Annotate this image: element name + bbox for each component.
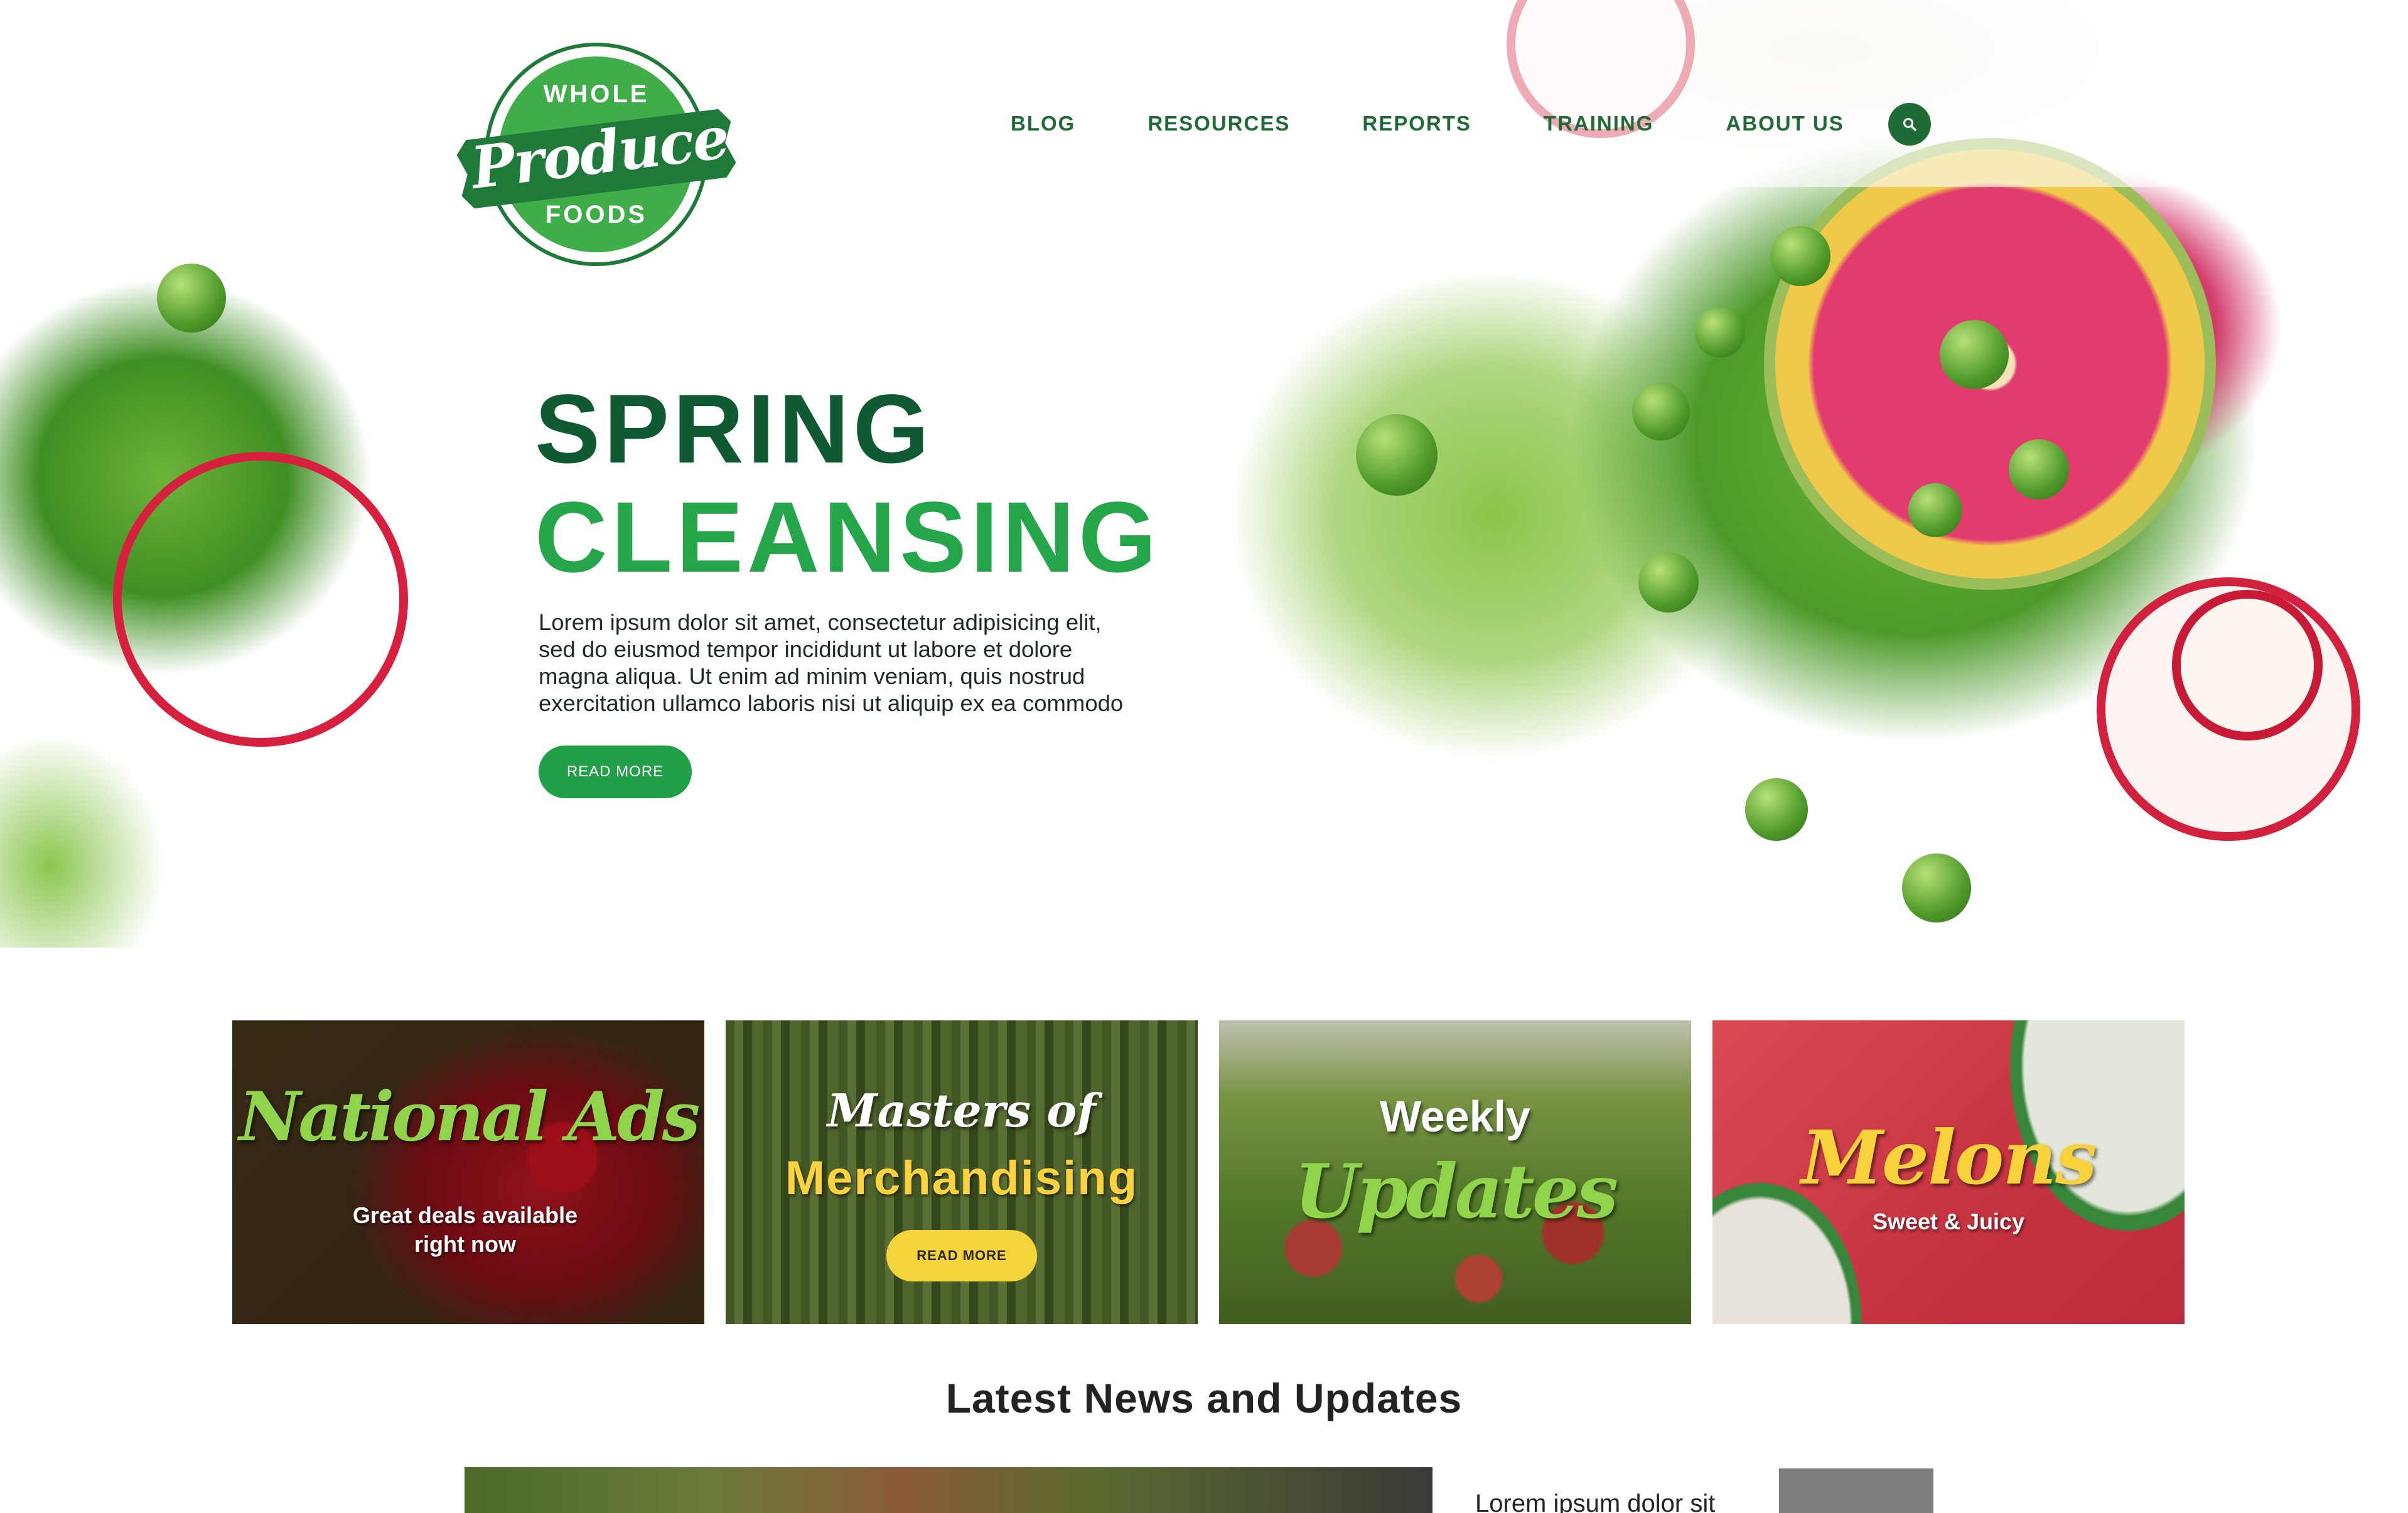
pea-image	[1695, 307, 1745, 358]
nav-link-training[interactable]: TRAINING	[1544, 112, 1654, 136]
hero-description-line: sed do eiusmod tempor incididunt ut labo…	[539, 636, 1073, 662]
card-title: Masters of	[827, 1084, 1097, 1137]
promo-card-melons[interactable]: Melons Sweet & Juicy	[1712, 1020, 2185, 1324]
pea-image	[1770, 226, 1830, 286]
radish-slice-image	[113, 452, 408, 747]
brand-logo[interactable]: WHOLE Produce FOODS	[458, 43, 734, 269]
pea-image	[1632, 383, 1690, 441]
card-subtitle-line: right now	[414, 1231, 516, 1257]
card-subtitle: Updates	[1294, 1148, 1618, 1235]
pea-image	[1638, 552, 1699, 612]
search-icon	[1903, 118, 1916, 131]
promo-card-merchandising[interactable]: Masters of Merchandising READ MORE	[726, 1020, 1198, 1324]
pea-image	[1902, 853, 1971, 922]
hero-description-line: exercitation ullamco laboris nisi ut ali…	[539, 690, 1124, 716]
hero-banner: WHOLE Produce FOODS BLOG RESOURCES REPOR…	[0, 0, 2408, 948]
nav-link-about-us[interactable]: ABOUT US	[1726, 112, 1844, 136]
pea-image	[1940, 320, 2009, 389]
hero-description-line: Lorem ipsum dolor sit amet, consectetur …	[539, 609, 1102, 635]
card-overlay	[232, 1020, 704, 1324]
hero-description-line: magna aliqua. Ut enim ad minim veniam, q…	[539, 663, 1085, 689]
pea-image	[1356, 414, 1438, 496]
logo-text-bottom: FOODS	[545, 201, 648, 228]
pea-image	[2009, 439, 2069, 500]
card-title: National Ads	[239, 1077, 701, 1157]
hero-description: Lorem ipsum dolor sit amet, consectetur …	[539, 609, 1235, 717]
card-title: Melons	[1801, 1114, 2097, 1201]
search-button[interactable]	[1888, 103, 1931, 146]
featured-news-image[interactable]	[465, 1467, 1432, 1513]
hero-title-line2: CLEANSING	[535, 481, 1161, 593]
promo-card-weekly-updates[interactable]: Weekly Updates	[1219, 1020, 1691, 1324]
news-item-title[interactable]: Lorem ipsum dolor sit	[1475, 1490, 1715, 1513]
card-title: Weekly	[1380, 1092, 1530, 1141]
news-section-heading: Latest News and Updates	[945, 1375, 1463, 1421]
nav-link-reports[interactable]: REPORTS	[1362, 112, 1471, 136]
card-subtitle-line: Great deals available	[352, 1202, 578, 1228]
nav-link-resources[interactable]: RESOURCES	[1148, 112, 1290, 136]
pea-image	[1908, 483, 1962, 537]
card-subtitle: Great deals available right now	[232, 1201, 704, 1259]
main-nav: BLOG RESOURCES REPORTS TRAINING ABOUT US	[1011, 108, 1916, 139]
radish-slice-image	[2097, 577, 2360, 841]
logo-text-top: WHOLE	[543, 80, 650, 108]
promo-card-national-ads[interactable]: National Ads Great deals available right…	[232, 1020, 704, 1324]
pea-image	[1745, 778, 1808, 841]
radish-slice-image	[2172, 590, 2323, 740]
news-item-thumbnail[interactable]	[1779, 1468, 1933, 1513]
card-subtitle: Sweet & Juicy	[1872, 1209, 2025, 1234]
card-read-more-button[interactable]: READ MORE	[886, 1230, 1037, 1281]
card-subtitle: Merchandising	[785, 1152, 1139, 1205]
nav-link-blog[interactable]: BLOG	[1011, 112, 1075, 136]
hero-title-line1: SPRING	[535, 375, 933, 484]
pea-image	[157, 264, 226, 333]
hero-read-more-button[interactable]: READ MORE	[539, 746, 692, 798]
nav-background	[1142, 0, 2408, 187]
